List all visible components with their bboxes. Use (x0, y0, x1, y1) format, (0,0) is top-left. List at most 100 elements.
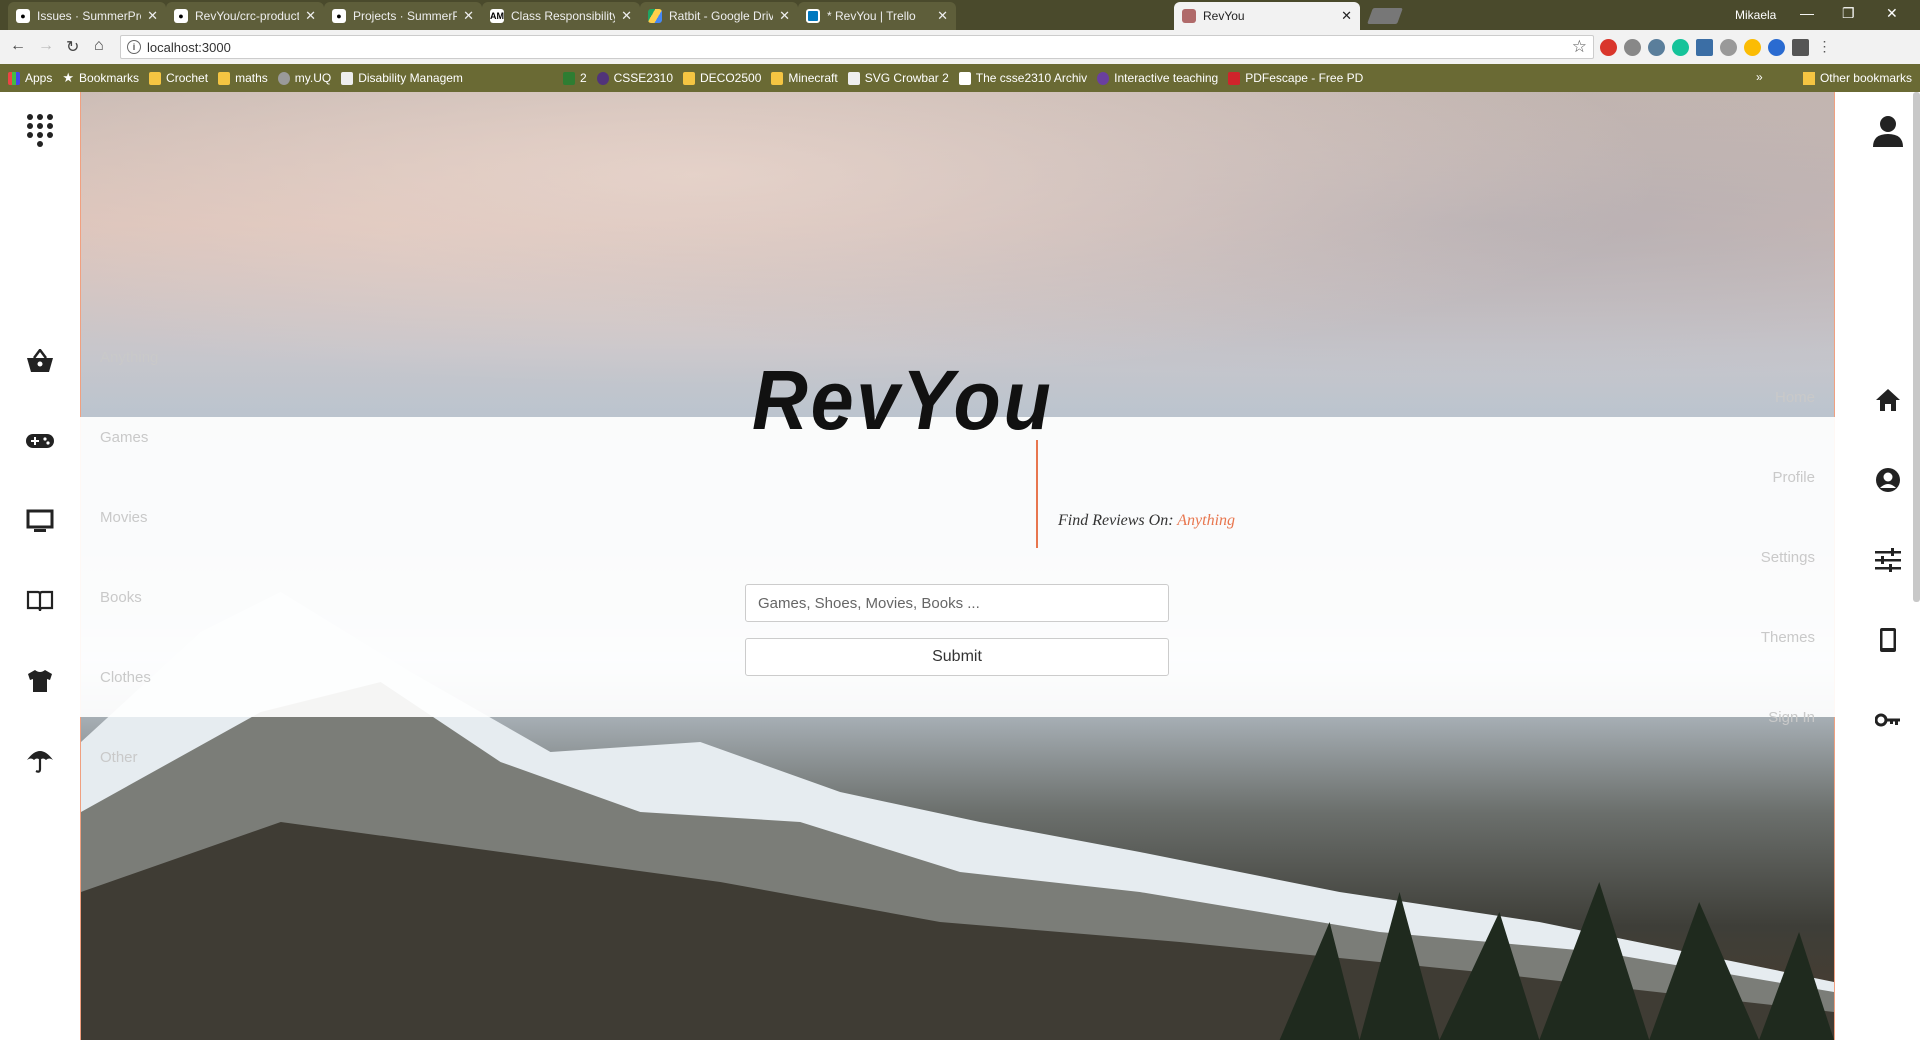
extension-icon[interactable] (1768, 39, 1785, 56)
book-icon[interactable] (24, 585, 56, 617)
bookmark-star-icon[interactable]: ☆ (1572, 37, 1587, 57)
extension-icon[interactable] (1672, 39, 1689, 56)
other-bookmarks[interactable]: Other bookmarks (1802, 71, 1912, 85)
bookmark-item[interactable]: Interactive teaching (1097, 71, 1218, 85)
minimize-icon[interactable]: — (1800, 5, 1814, 21)
bookmark-item[interactable]: The csse2310 Archiv (958, 71, 1088, 85)
nav-label-home[interactable]: Home (1775, 389, 1815, 406)
key-icon[interactable] (1872, 704, 1904, 736)
bookmark-item[interactable]: maths (218, 71, 268, 85)
star-icon: ★ (62, 70, 75, 85)
extension-icon[interactable] (1720, 39, 1737, 56)
submit-button[interactable]: Submit (745, 638, 1169, 676)
nav-label-profile[interactable]: Profile (1772, 469, 1815, 486)
tab-title: Ratbit - Google Drive (669, 9, 774, 23)
bookmark-label: Bookmarks (79, 71, 140, 85)
category-label-games[interactable]: Games (100, 429, 148, 446)
extension-icon[interactable] (1624, 39, 1641, 56)
extension-icon[interactable] (1648, 39, 1665, 56)
extension-icons: ⋮ (1600, 39, 1833, 56)
bookmark-item[interactable]: ★ Bookmarks (62, 70, 139, 86)
tab-projects[interactable]: ● Projects · SummerProgra ✕ (324, 2, 482, 30)
scrollbar[interactable] (1913, 92, 1920, 602)
close-icon[interactable]: ✕ (463, 8, 474, 24)
sliders-icon[interactable] (1872, 544, 1904, 576)
bookmark-item[interactable]: PDFescape - Free PD (1228, 71, 1363, 85)
apps-icon (8, 71, 20, 85)
close-icon[interactable]: ✕ (305, 8, 316, 24)
bookmark-label: The csse2310 Archiv (975, 71, 1088, 85)
nav-label-themes[interactable]: Themes (1761, 629, 1815, 646)
extension-icon[interactable] (1744, 39, 1761, 56)
menu-icon[interactable]: ⋮ (1816, 39, 1833, 56)
tab-revyou[interactable]: RevYou ✕ (1174, 2, 1360, 30)
basket-icon[interactable] (24, 345, 56, 377)
category-label-movies[interactable]: Movies (100, 509, 148, 526)
tab-trello[interactable]: * RevYou | Trello ✕ (798, 2, 956, 30)
home-icon[interactable] (1872, 384, 1904, 416)
new-tab-button[interactable] (1367, 8, 1403, 24)
umbrella-icon[interactable] (24, 745, 56, 777)
bookmark-label: Interactive teaching (1114, 71, 1219, 85)
bookmark-label: maths (235, 71, 268, 85)
back-icon[interactable]: ← (10, 37, 26, 55)
grid-menu-icon[interactable] (24, 114, 56, 147)
bookmark-item[interactable]: Crochet (149, 71, 208, 85)
extension-icon[interactable] (1600, 39, 1617, 56)
category-label-books[interactable]: Books (100, 589, 142, 606)
tab-crc-product[interactable]: ● RevYou/crc-product.jpg a ✕ (166, 2, 324, 30)
monitor-icon[interactable] (24, 505, 56, 537)
tab-google-drive[interactable]: Ratbit - Google Drive ✕ (640, 2, 798, 30)
tab-crc[interactable]: AM Class Responsibility Colla ✕ (482, 2, 640, 30)
gamepad-icon[interactable] (24, 425, 56, 457)
account-circle-icon[interactable] (1872, 464, 1904, 496)
bookmark-item[interactable]: DECO2500 (683, 71, 761, 85)
bookmark-item[interactable]: 2 (562, 71, 587, 85)
tagline-category[interactable]: Anything (1177, 512, 1235, 529)
phone-icon[interactable] (1872, 624, 1904, 656)
home-icon[interactable]: ⌂ (94, 37, 104, 55)
bookmark-label: Other bookmarks (1819, 71, 1912, 85)
user-icon[interactable] (1872, 114, 1904, 148)
restore-icon[interactable]: ❐ (1842, 5, 1855, 22)
tab-title: Projects · SummerProgra (353, 9, 458, 23)
tab-issues[interactable]: ● Issues · SummerProgram ✕ (8, 2, 166, 30)
close-icon[interactable]: ✕ (621, 8, 632, 24)
more-bookmarks-icon[interactable]: » (1756, 70, 1763, 84)
tshirt-icon[interactable] (24, 665, 56, 697)
bookmark-label: Apps (25, 71, 53, 85)
bookmark-item[interactable]: Minecraft (771, 71, 838, 85)
bookmark-item[interactable]: Apps (8, 71, 52, 85)
forward-icon[interactable]: → (38, 37, 54, 55)
nav-label-settings[interactable]: Settings (1761, 549, 1815, 566)
search-input[interactable] (745, 584, 1169, 622)
bookmark-item[interactable]: Disability Managem (341, 71, 463, 85)
info-icon[interactable]: i (127, 40, 141, 54)
extension-icon[interactable] (1792, 39, 1809, 56)
close-icon[interactable]: ✕ (1341, 8, 1352, 24)
close-icon[interactable]: ✕ (147, 8, 158, 24)
address-bar[interactable]: i localhost:3000 ☆ (120, 35, 1594, 59)
folder-icon (1802, 71, 1815, 85)
site-logo[interactable]: RevYou (752, 352, 1053, 449)
bookmark-item[interactable]: SVG Crowbar 2 (847, 71, 949, 85)
url-text[interactable]: localhost:3000 (147, 40, 231, 55)
profile-name[interactable]: Mikaela (1735, 8, 1776, 22)
category-label-other[interactable]: Other (100, 749, 138, 766)
window-close-icon[interactable]: ✕ (1886, 5, 1898, 22)
close-icon[interactable]: ✕ (937, 8, 948, 24)
bookmark-item[interactable]: my.UQ (277, 71, 331, 85)
nav-label-sign-in[interactable]: Sign In (1768, 709, 1815, 726)
bookmark-label: 2 (579, 71, 587, 85)
bookmark-label: Crochet (166, 71, 209, 85)
uq-icon (277, 71, 290, 85)
bookmark-item[interactable]: CSSE2310 (596, 71, 673, 85)
reload-icon[interactable]: ↻ (66, 37, 79, 57)
bookmarks-bar: Apps ★ Bookmarks Crochet maths my.UQ Disa… (0, 64, 1920, 92)
category-label-anything[interactable]: Anything (100, 349, 158, 366)
folder-icon (771, 71, 784, 85)
close-icon[interactable]: ✕ (779, 8, 790, 24)
extension-icon[interactable] (1696, 39, 1713, 56)
github-icon: ● (174, 9, 188, 23)
category-label-clothes[interactable]: Clothes (100, 669, 151, 686)
